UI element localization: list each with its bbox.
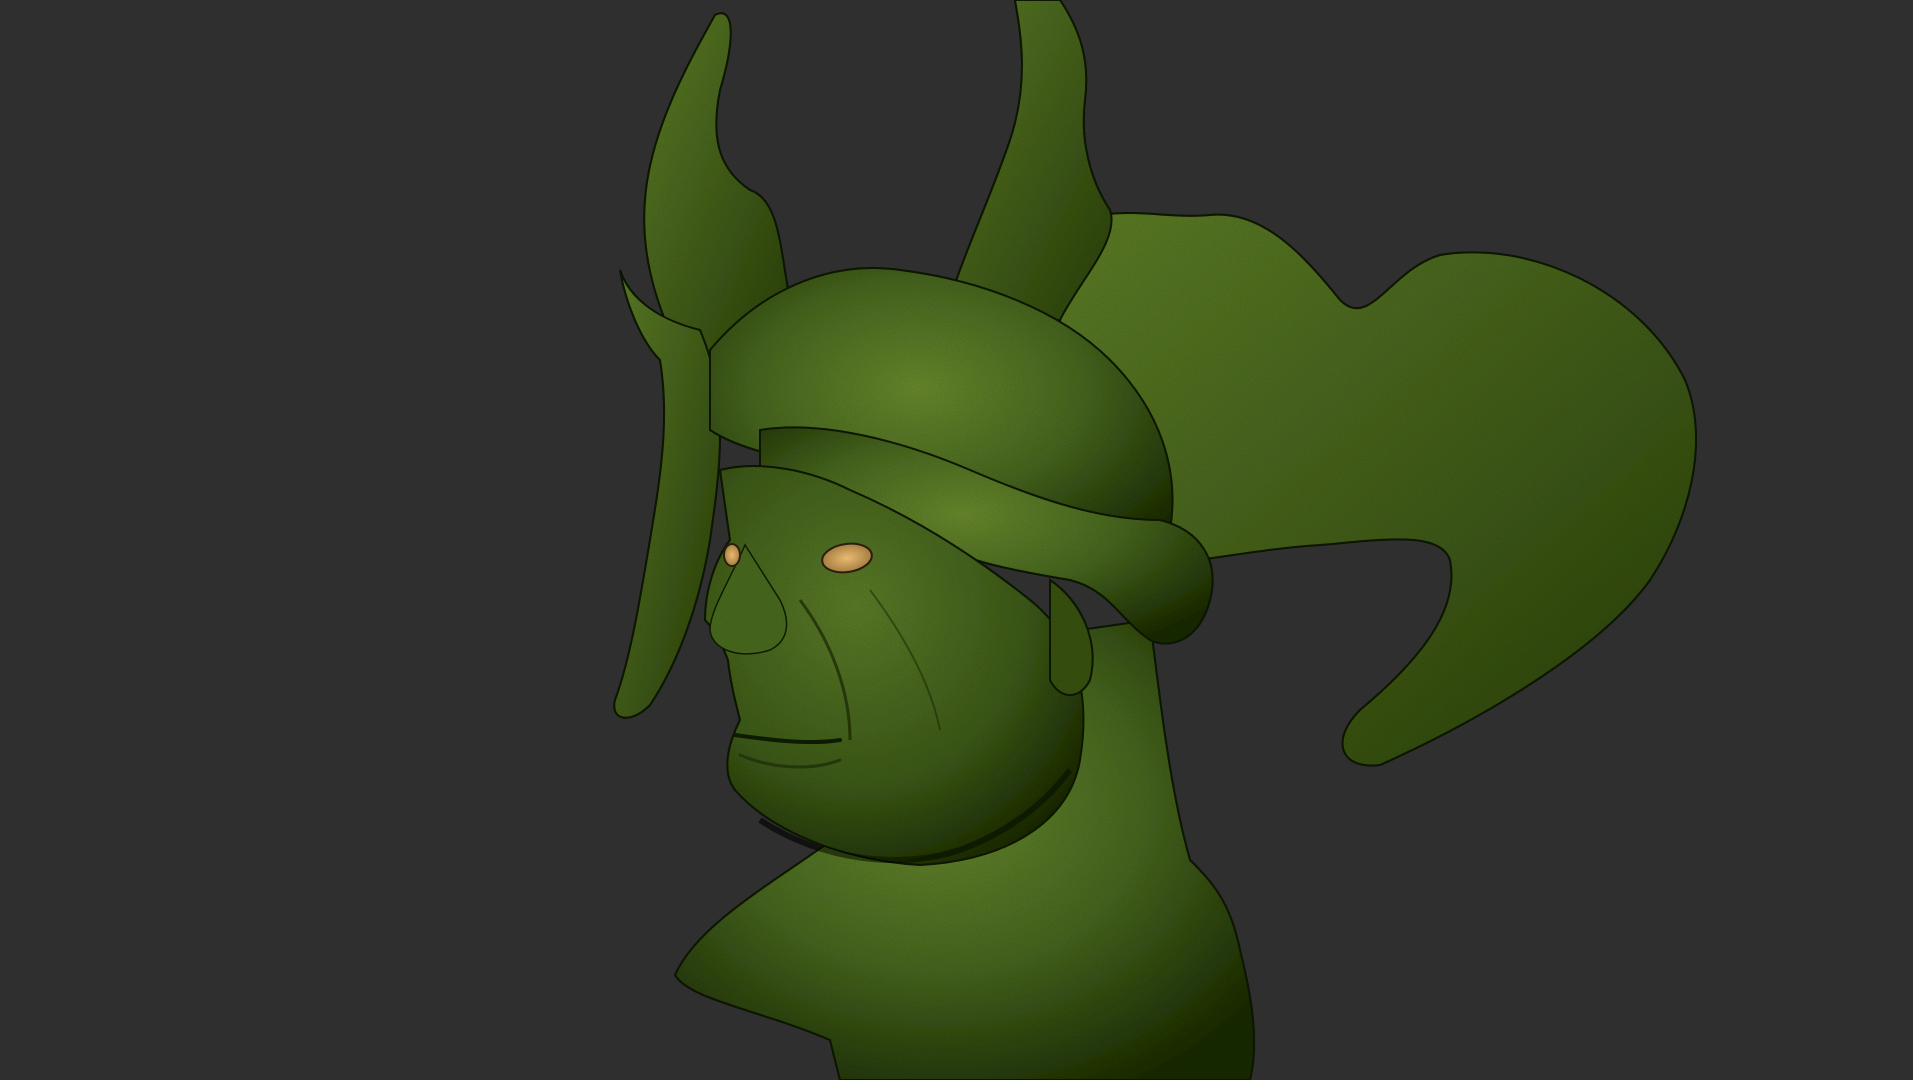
sculpt-model-render[interactable]: [0, 0, 1913, 1080]
ear: [1049, 578, 1094, 696]
left-eye: [723, 543, 741, 567]
3d-viewport[interactable]: [0, 0, 1913, 1080]
creature-head-model: [613, 0, 1697, 1080]
